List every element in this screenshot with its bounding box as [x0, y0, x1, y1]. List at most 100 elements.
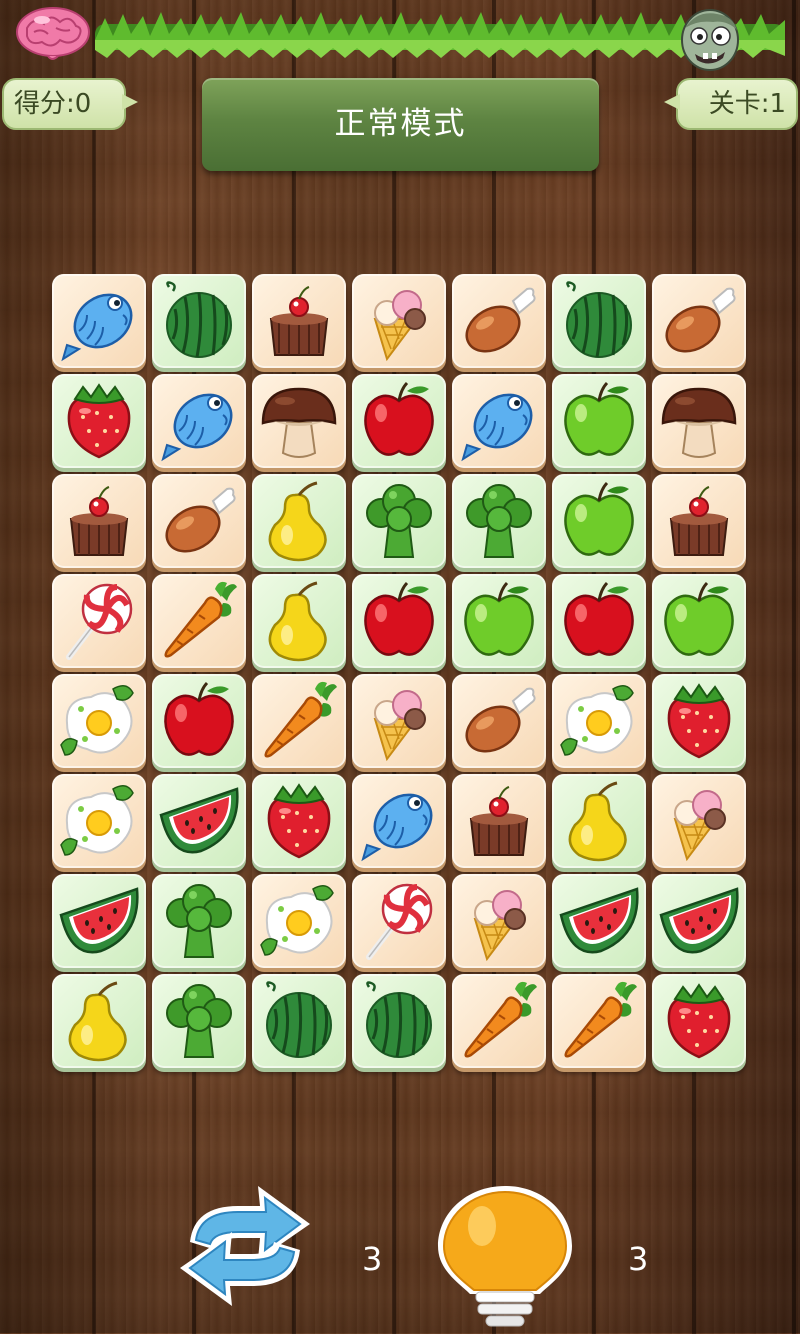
tile-icecream[interactable] — [350, 672, 450, 772]
zombie-head-icon — [681, 9, 739, 71]
tile-drumstick[interactable] — [450, 272, 550, 372]
watermelon-icon — [566, 281, 632, 358]
tile-face — [552, 574, 646, 668]
tile-mushroom[interactable] — [650, 372, 750, 472]
tile-icecream[interactable] — [350, 272, 450, 372]
tile-greenapple[interactable] — [550, 372, 650, 472]
mushroom-icon — [261, 387, 337, 458]
tile-face — [652, 474, 746, 568]
tile-face — [252, 574, 346, 668]
tile-apple[interactable] — [350, 572, 450, 672]
strawberry-icon — [667, 683, 731, 759]
tile-face — [52, 774, 146, 868]
tile-fish[interactable] — [350, 772, 450, 872]
tile-face — [352, 774, 446, 868]
cake-icon — [469, 786, 529, 856]
tile-apple[interactable] — [350, 372, 450, 472]
tile-pear[interactable] — [550, 772, 650, 872]
tile-drumstick[interactable] — [150, 472, 250, 572]
pear-icon — [68, 981, 127, 1062]
tile-icecream[interactable] — [650, 772, 750, 872]
apple-icon — [364, 381, 434, 456]
tile-carrot[interactable] — [550, 972, 650, 1072]
tile-egg[interactable] — [50, 772, 150, 872]
hint-button[interactable] — [430, 1180, 580, 1330]
tile-fish[interactable] — [50, 272, 150, 372]
tile-face — [152, 874, 246, 968]
tile-watermelonslice[interactable] — [150, 772, 250, 872]
tile-cake[interactable] — [250, 272, 350, 372]
tile-strawberry[interactable] — [650, 672, 750, 772]
mushroom-icon — [661, 387, 737, 458]
tile-lollipop[interactable] — [350, 872, 450, 972]
tile-greenapple[interactable] — [650, 572, 750, 672]
tile-watermelon[interactable] — [150, 272, 250, 372]
tile-face — [52, 874, 146, 968]
tile-watermelonslice[interactable] — [650, 872, 750, 972]
tile-watermelonslice[interactable] — [550, 872, 650, 972]
watermelon-icon — [366, 981, 432, 1058]
icecream-icon — [473, 890, 526, 962]
tile-broccoli[interactable] — [150, 872, 250, 972]
fish-icon — [461, 393, 533, 462]
tile-greenapple[interactable] — [550, 472, 650, 572]
tile-pear[interactable] — [250, 472, 350, 572]
tile-lollipop[interactable] — [50, 572, 150, 672]
tile-face — [652, 674, 746, 768]
greenapple-icon — [564, 381, 634, 456]
tile-face — [152, 974, 246, 1068]
tile-strawberry[interactable] — [50, 372, 150, 472]
tile-watermelon[interactable] — [350, 972, 450, 1072]
tile-cake[interactable] — [450, 772, 550, 872]
tile-fish[interactable] — [450, 372, 550, 472]
broccoli-icon — [166, 984, 232, 1058]
tile-watermelon[interactable] — [250, 972, 350, 1072]
tile-broccoli[interactable] — [150, 972, 250, 1072]
tile-mushroom[interactable] — [250, 372, 350, 472]
mode-title-banner: 正常模式 — [202, 78, 599, 171]
tile-watermelonslice[interactable] — [50, 872, 150, 972]
pear-icon — [568, 781, 627, 862]
tile-face — [152, 274, 246, 368]
tile-face — [452, 474, 546, 568]
tile-face — [652, 974, 746, 1068]
tile-egg[interactable] — [250, 872, 350, 972]
tile-face — [152, 774, 246, 868]
tile-strawberry[interactable] — [650, 972, 750, 1072]
tile-carrot[interactable] — [450, 972, 550, 1072]
egg-icon — [60, 685, 134, 756]
tile-carrot[interactable] — [250, 672, 350, 772]
tile-face — [352, 574, 446, 668]
fish-icon — [61, 293, 133, 362]
tile-cake[interactable] — [650, 472, 750, 572]
tile-pear[interactable] — [250, 572, 350, 672]
tile-face — [52, 574, 146, 668]
tile-drumstick[interactable] — [650, 272, 750, 372]
icecream-icon — [373, 290, 426, 362]
tile-apple[interactable] — [550, 572, 650, 672]
tile-carrot[interactable] — [150, 572, 250, 672]
tile-face — [152, 474, 246, 568]
tile-strawberry[interactable] — [250, 772, 350, 872]
tile-egg[interactable] — [550, 672, 650, 772]
tile-greenapple[interactable] — [450, 572, 550, 672]
tile-face — [452, 274, 546, 368]
tile-watermelon[interactable] — [550, 272, 650, 372]
tile-broccoli[interactable] — [350, 472, 450, 572]
tile-pear[interactable] — [50, 972, 150, 1072]
strawberry-icon — [67, 383, 131, 459]
tile-icecream[interactable] — [450, 872, 550, 972]
apple-icon — [164, 681, 234, 756]
egg-icon — [260, 885, 334, 956]
watermelonslice-icon — [559, 887, 639, 954]
tile-egg[interactable] — [50, 672, 150, 772]
tile-drumstick[interactable] — [450, 672, 550, 772]
tile-apple[interactable] — [150, 672, 250, 772]
carrot-icon — [164, 581, 237, 658]
tile-fish[interactable] — [150, 372, 250, 472]
tile-cake[interactable] — [50, 472, 150, 572]
greenapple-icon — [564, 481, 634, 556]
tile-broccoli[interactable] — [450, 472, 550, 572]
watermelon-icon — [166, 281, 232, 358]
shuffle-button[interactable] — [160, 1180, 330, 1310]
